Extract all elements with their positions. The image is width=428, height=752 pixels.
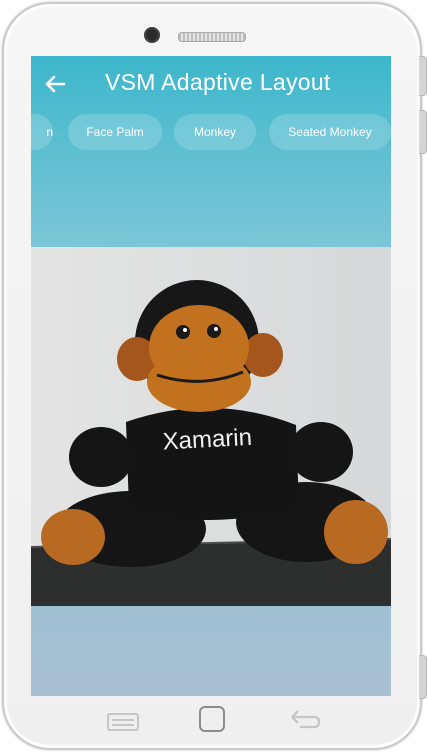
app-screen: VSM Adaptive Layout n Face Palm Monkey S…	[31, 56, 391, 696]
chip-monkey[interactable]: Monkey	[174, 114, 256, 150]
chip-seated-monkey[interactable]: Seated Monkey	[269, 114, 391, 150]
app-bar: VSM Adaptive Layout	[31, 56, 391, 112]
home-icon[interactable]	[198, 706, 226, 732]
recents-icon[interactable]	[106, 706, 140, 732]
page-title: VSM Adaptive Layout	[105, 69, 331, 95]
front-camera	[144, 27, 160, 43]
chip-partial[interactable]: n	[31, 114, 53, 150]
monkey-photo: Xamarin	[31, 247, 391, 606]
earpiece-speaker	[178, 32, 246, 42]
chip-strip[interactable]: n Face Palm Monkey Seated Monkey	[31, 112, 391, 152]
arrow-left-icon[interactable]	[43, 72, 67, 96]
system-nav-bar	[100, 704, 330, 734]
volume-up-button	[419, 56, 427, 96]
back-icon[interactable]	[286, 706, 322, 732]
power-button	[419, 655, 427, 699]
volume-down-button	[419, 110, 427, 154]
chip-face-palm[interactable]: Face Palm	[68, 114, 162, 150]
shirt-text: Xamarin	[162, 424, 253, 456]
